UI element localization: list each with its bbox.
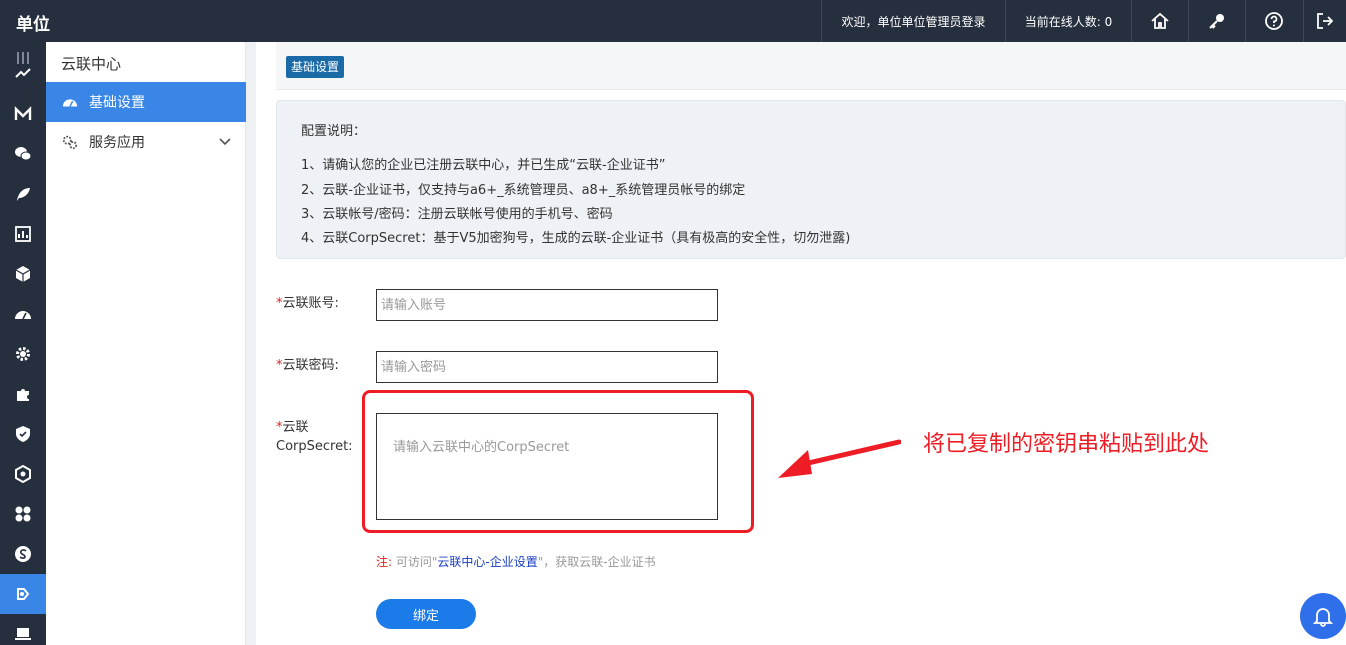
rail-item-apps[interactable] [0, 494, 46, 534]
wechat-icon [15, 147, 32, 161]
icon-rail [0, 42, 46, 645]
logout-icon [1317, 13, 1334, 29]
notes-title: 配置说明： [301, 124, 367, 139]
chevron-down-icon [219, 138, 231, 146]
help-button[interactable] [1245, 0, 1302, 42]
key-icon [1209, 14, 1224, 29]
notification-button[interactable] [1300, 593, 1346, 639]
account-input[interactable] [376, 289, 718, 321]
puzzle-icon [17, 389, 29, 401]
account-label-text: 云联账号: [282, 296, 339, 311]
hint-prefix: 注: [376, 555, 393, 569]
money-icon [15, 546, 31, 562]
rail-item-wechat[interactable] [0, 134, 46, 174]
rail-item-computer[interactable] [0, 614, 46, 645]
rail-item-hexagon[interactable] [0, 454, 46, 494]
account-label: *云联账号: [276, 294, 339, 313]
sidebar-item-label: 服务应用 [89, 135, 145, 151]
feather-icon [17, 188, 30, 201]
secret-label-text: CorpSecret: [276, 439, 353, 454]
password-label: *云联密码: [276, 356, 339, 375]
report-icon [15, 226, 31, 242]
hint-before: 可访问" [395, 555, 438, 569]
app-title: 单位 [16, 15, 50, 35]
hint-text: 注: 可访问"云联中心-企业设置"，获取云联-企业证书 [376, 553, 656, 570]
main-content: 基础设置 配置说明： 1、请确认您的企业已注册云联中心，并已生成“云联-企业证书… [256, 42, 1346, 645]
computer-icon [15, 628, 31, 640]
password-label-text: 云联密码: [282, 358, 339, 373]
note-line: 2、云联-企业证书，仅支持与a6+_系统管理员、a8+_系统管理员帐号的绑定 [301, 183, 746, 198]
sidebar: 云联中心 基础设置 服务应用 [46, 42, 246, 645]
top-bar: 单位 欢迎，单位单位管理员登录 当前在线人数: 0 [0, 0, 1346, 42]
dashboard-icon [61, 93, 79, 111]
dashboard-icon [15, 311, 31, 320]
rail-item-cloud-link[interactable] [0, 574, 46, 614]
secret-label: *云联 CorpSecret: [276, 418, 353, 456]
tab-strip: 基础设置 [276, 42, 1346, 90]
arrow-left-icon [778, 439, 901, 478]
cloud-link-icon [17, 588, 30, 600]
rail-item-dashboard[interactable] [0, 294, 46, 334]
gear-icon [16, 347, 30, 361]
sidebar-item-label: 基础设置 [89, 95, 145, 111]
welcome-text: 欢迎，单位单位管理员登录 [821, 0, 1005, 42]
config-notes: 配置说明： 1、请确认您的企业已注册云联中心，并已生成“云联-企业证书” 2、云… [276, 100, 1346, 259]
note-line: 4、云联CorpSecret：基于V5加密狗号，生成的云联-企业证书（具有极高的… [301, 231, 851, 246]
gears-icon [61, 133, 79, 151]
rail-item-settings[interactable] [0, 334, 46, 374]
home-icon [1151, 12, 1169, 29]
apps-icon [15, 506, 31, 522]
rail-item-report[interactable] [0, 214, 46, 254]
bind-button[interactable]: 绑定 [376, 599, 476, 629]
online-count: 当前在线人数: 0 [1005, 0, 1131, 42]
highlight-box [362, 390, 754, 533]
tab-basic-settings[interactable]: 基础设置 [286, 56, 345, 78]
rail-item-cube[interactable] [0, 254, 46, 294]
cube-icon [15, 266, 31, 282]
shield-icon [16, 426, 30, 442]
help-icon [1265, 12, 1283, 30]
rail-item-plugins[interactable] [0, 374, 46, 414]
password-input[interactable] [376, 351, 718, 383]
hexagon-icon [15, 465, 31, 483]
rail-item-mail[interactable] [0, 94, 46, 134]
rail-item-security[interactable] [0, 414, 46, 454]
rail-item-approval[interactable] [0, 58, 46, 90]
note-line: 3、云联帐号/密码：注册云联帐号使用的手机号、密码 [301, 207, 613, 222]
key-button[interactable] [1188, 0, 1245, 42]
mail-icon [14, 106, 32, 120]
logout-button[interactable] [1303, 0, 1346, 42]
rail-item-money[interactable] [0, 534, 46, 574]
secret-label-text: 云联 [282, 420, 309, 435]
rail-item-feather[interactable] [0, 174, 46, 214]
annotation-text: 将已复制的密钥串粘贴到此处 [923, 432, 1210, 457]
note-line: 1、请确认您的企业已注册云联中心，并已生成“云联-企业证书” [301, 158, 666, 173]
enterprise-settings-link[interactable]: 云联中心-企业设置 [437, 555, 537, 569]
sidebar-item-basic-settings[interactable]: 基础设置 [46, 82, 246, 122]
sidebar-title: 云联中心 [61, 55, 122, 73]
sidebar-item-service-apps[interactable]: 服务应用 [46, 122, 246, 162]
approval-icon [15, 68, 31, 78]
bell-icon [1312, 608, 1334, 627]
hint-after: "，获取云联-企业证书 [537, 555, 656, 569]
home-button[interactable] [1131, 0, 1188, 42]
